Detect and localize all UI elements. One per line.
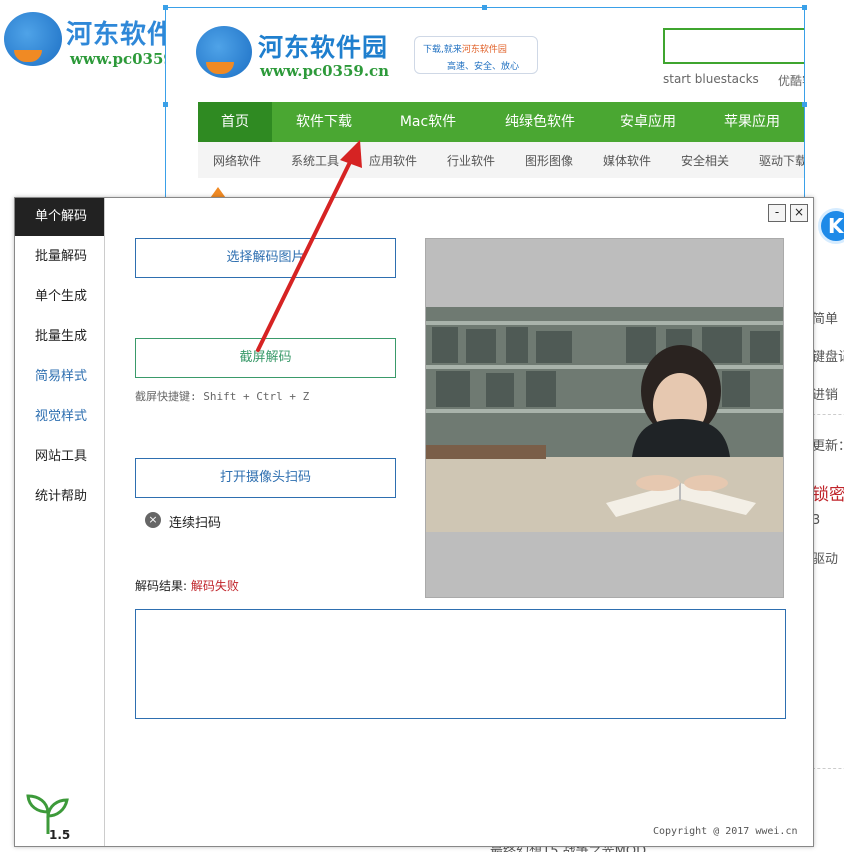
sidebar: 单个解码 批量解码 单个生成 批量生成 简易样式 视觉样式 网站工具 统计帮助 … <box>15 198 105 846</box>
bg-right-text-7[interactable]: 驱动 <box>812 548 838 567</box>
captured-site-logo[interactable]: 河东软件园 www.pc0359.cn <box>196 26 396 88</box>
copyright-text: Copyright @ 2017 wwei.cn <box>653 826 798 837</box>
sidebar-item-stats-help[interactable]: 统计帮助 <box>15 478 104 516</box>
site-slogan-badge: 下载,就来河东软件园 高速、安全、放心 <box>414 36 538 74</box>
close-button[interactable]: × <box>790 204 808 222</box>
subnav-item[interactable]: 系统工具 <box>291 152 339 169</box>
sidebar-item-visual-style[interactable]: 视觉样式 <box>15 398 104 436</box>
close-circle-icon: × <box>145 512 161 528</box>
captured-logo-title: 河东软件园 <box>258 33 389 62</box>
sidebar-item-batch-decode[interactable]: 批量解码 <box>15 238 104 276</box>
nav-item-green[interactable]: 纯绿色软件 <box>490 102 590 142</box>
sidebar-item-single-decode[interactable]: 单个解码 <box>15 198 104 236</box>
nav-item-home[interactable]: 首页 <box>198 102 272 142</box>
site-main-nav: 首页 软件下载 Mac软件 纯绿色软件 安卓应用 苹果应用 文章 <box>198 102 804 142</box>
bg-right-text-2[interactable]: 键盘记 <box>812 346 844 365</box>
decode-result-textarea[interactable] <box>135 609 786 719</box>
site-badge-icon <box>196 26 252 78</box>
captured-logo-url: www.pc0359.cn <box>260 62 390 80</box>
bg-right-text-3[interactable]: 进销 <box>812 384 838 403</box>
decode-result-line: 解码结果: 解码失败 <box>135 577 239 594</box>
sidebar-item-simple-style[interactable]: 简易样式 <box>15 358 104 396</box>
hot-word-link[interactable]: 优酷客户端 <box>778 72 804 89</box>
site-sub-nav: 网络软件 系统工具 应用软件 行业软件 图形图像 媒体软件 安全相关 驱动下载 … <box>198 142 804 178</box>
selection-handle[interactable] <box>802 102 807 107</box>
subnav-item[interactable]: 媒体软件 <box>603 152 651 169</box>
hot-word-link[interactable]: start bluestacks <box>663 72 759 86</box>
nav-item-software[interactable]: 软件下载 <box>278 102 370 142</box>
sidebar-item-single-generate[interactable]: 单个生成 <box>15 278 104 316</box>
bg-right-text-5[interactable]: 锁密 <box>812 480 844 505</box>
sidebar-item-batch-generate[interactable]: 批量生成 <box>15 318 104 356</box>
decode-result-label: 解码结果: <box>135 579 188 593</box>
nav-item-mac[interactable]: Mac软件 <box>382 102 474 142</box>
subnav-item[interactable]: 网络软件 <box>213 152 261 169</box>
screenshot-selection-region[interactable]: 河东软件园 www.pc0359.cn 下载,就来河东软件园 高速、安全、放心 … <box>165 7 805 202</box>
subnav-item[interactable]: 图形图像 <box>525 152 573 169</box>
slogan-line-2: 高速、安全、放心 <box>447 62 520 72</box>
app-version: 1.5 <box>49 828 71 842</box>
preview-photo <box>426 307 783 532</box>
minimize-button[interactable]: - <box>768 204 786 222</box>
sidebar-item-site-tools[interactable]: 网站工具 <box>15 438 104 476</box>
subnav-item[interactable]: 行业软件 <box>447 152 495 169</box>
selection-handle[interactable] <box>482 5 487 10</box>
nav-item-android[interactable]: 安卓应用 <box>602 102 694 142</box>
image-preview-panel <box>425 238 784 598</box>
subnav-item[interactable]: 驱动下载 <box>759 152 804 169</box>
select-decode-image-button[interactable]: 选择解码图片 <box>135 238 396 278</box>
subnav-item[interactable]: 安全相关 <box>681 152 729 169</box>
slogan-line-1: 下载,就来河东软件园 <box>423 45 507 55</box>
bg-divider <box>812 768 844 769</box>
decode-result-status: 解码失败 <box>190 579 239 593</box>
screenshot-hotkey-hint: 截屏快捷键: Shift + Ctrl + Z <box>135 390 310 403</box>
background-right-column: 简单 键盘记 进销 更新： 锁密 3 驱动 <box>812 200 844 852</box>
bg-right-text-4: 更新： <box>812 439 844 454</box>
open-camera-scan-button[interactable]: 打开摄像头扫码 <box>135 458 396 498</box>
nav-item-apple[interactable]: 苹果应用 <box>706 102 798 142</box>
selection-handle[interactable] <box>802 5 807 10</box>
site-badge-icon <box>4 12 62 66</box>
kugou-app-icon[interactable] <box>818 208 844 244</box>
bg-right-text-1[interactable]: 简单 <box>812 308 838 327</box>
qr-decoder-window: 单个解码 批量解码 单个生成 批量生成 简易样式 视觉样式 网站工具 统计帮助 … <box>14 197 814 847</box>
selection-handle[interactable] <box>163 5 168 10</box>
screenshot-decode-button[interactable]: 截屏解码 <box>135 338 396 378</box>
subnav-item[interactable]: 应用软件 <box>369 152 417 169</box>
continuous-scan-label: 连续扫码 <box>169 516 222 531</box>
selection-handle[interactable] <box>163 102 168 107</box>
site-search-input[interactable] <box>663 28 804 64</box>
bg-divider <box>812 414 844 415</box>
